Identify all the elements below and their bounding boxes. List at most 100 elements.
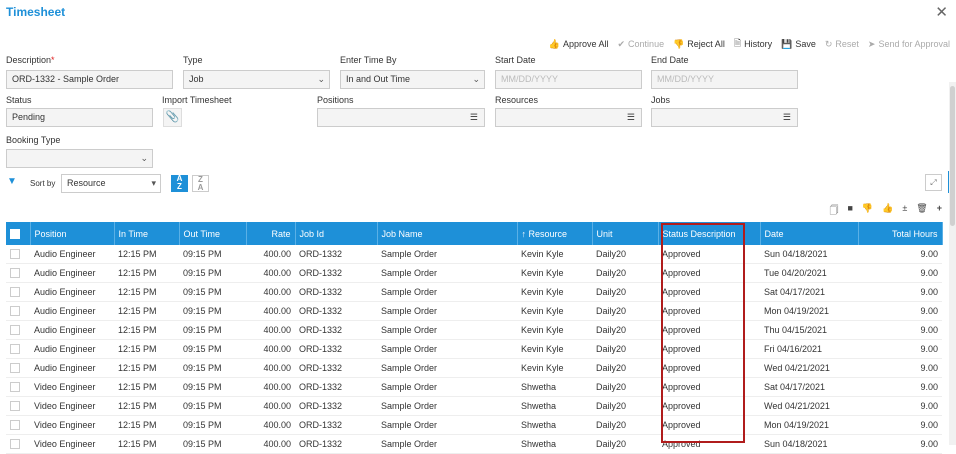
list-icon[interactable]: ☰: [783, 109, 791, 126]
thumbs-down-icon[interactable]: 👎: [862, 203, 873, 219]
col-job-id[interactable]: Job Id: [295, 222, 378, 245]
sort-descending-icon[interactable]: ZA: [192, 175, 209, 192]
cell-total-hours: 9.00: [858, 358, 942, 378]
cell-job-name: Sample Order: [377, 263, 517, 283]
thumbs-up-icon[interactable]: 👍: [882, 203, 893, 219]
comment-icon[interactable]: ■: [847, 203, 852, 219]
cell-job-name: Sample Order: [377, 434, 517, 454]
cell-status-description: Approved: [658, 301, 760, 321]
table-row[interactable]: Audio Engineer 12:15 PM 09:15 PM 400.00 ORD-…: [6, 282, 942, 302]
table-row[interactable]: Video Engineer 12:15 PM 09:15 PM 400.00 ORD-…: [6, 415, 942, 435]
col-status-description[interactable]: Status Description: [658, 222, 761, 245]
select-all-checkbox[interactable]: [6, 222, 31, 245]
cell-total-hours: 9.00: [858, 434, 942, 454]
cell-resource: Shwetha: [517, 396, 592, 416]
toolbar: 👍 Approve All ✔ Continue 👎 Reject All 🗎 Hist…: [549, 36, 950, 52]
table-row[interactable]: Video Engineer 12:15 PM 09:15 PM 400.00 ORD-…: [6, 434, 942, 454]
table-row[interactable]: Audio Engineer 12:15 PM 09:15 PM 400.00 ORD-…: [6, 320, 942, 340]
row-checkbox[interactable]: [6, 434, 30, 454]
send-for-approval-button[interactable]: ➤ Send for Approval: [868, 36, 950, 52]
row-checkbox[interactable]: [6, 263, 30, 283]
table-row[interactable]: Video Engineer 12:15 PM 09:15 PM 400.00 ORD-…: [6, 396, 942, 416]
scrollbar-thumb[interactable]: [950, 86, 955, 226]
enter-time-by-select[interactable]: In and Out Time ⌄: [340, 70, 485, 89]
table-row[interactable]: Audio Engineer 12:15 PM 09:15 PM 400.00 ORD-…: [6, 339, 942, 359]
paperclip-icon[interactable]: 📎: [163, 108, 182, 127]
dialog-title: Timesheet: [6, 5, 66, 19]
table-row[interactable]: Audio Engineer 12:15 PM 09:15 PM 400.00 ORD-…: [6, 245, 942, 264]
cell-position: Video Engineer: [30, 396, 114, 416]
cell-rate: 400.00: [246, 339, 295, 359]
end-date-field[interactable]: MM/DD/YYYY: [651, 70, 798, 89]
cell-resource: Kevin Kyle: [517, 245, 592, 264]
col-unit[interactable]: Unit: [592, 222, 659, 245]
cell-job-name: Sample Order: [377, 415, 517, 435]
booking-type-select[interactable]: ⌄: [6, 149, 153, 168]
cell-out-time: 09:15 PM: [179, 245, 246, 264]
add-icon[interactable]: +: [937, 203, 942, 219]
col-position[interactable]: Position: [30, 222, 115, 245]
cell-rate: 400.00: [246, 320, 295, 340]
cell-position: Audio Engineer: [30, 282, 114, 302]
reset-button[interactable]: ↻ Reset: [825, 36, 859, 52]
table-row[interactable]: Audio Engineer 12:15 PM 09:15 PM 400.00 ORD-…: [6, 358, 942, 378]
positions-field[interactable]: ☰: [317, 108, 485, 127]
sort-ascending-icon[interactable]: AZ: [171, 175, 188, 192]
cell-unit: Daily20: [592, 358, 658, 378]
cell-rate: 400.00: [246, 377, 295, 397]
jobs-field[interactable]: ☰: [651, 108, 798, 127]
col-rate[interactable]: Rate: [246, 222, 296, 245]
resources-field[interactable]: ☰: [495, 108, 642, 127]
list-icon[interactable]: ☰: [470, 109, 478, 126]
sort-by-select[interactable]: Resource ▾: [61, 174, 161, 193]
table-row[interactable]: Video Engineer 12:15 PM 09:15 PM 400.00 ORD-…: [6, 377, 942, 397]
row-checkbox[interactable]: [6, 415, 30, 435]
expand-icon[interactable]: ⤢: [925, 174, 942, 191]
cell-total-hours: 9.00: [858, 320, 942, 340]
delete-icon[interactable]: 🗑: [916, 203, 927, 219]
col-in-time[interactable]: In Time: [114, 222, 180, 245]
continue-button[interactable]: ✔ Continue: [618, 36, 665, 52]
booking-type-label: Booking Type: [6, 135, 61, 145]
cell-status-description: Approved: [658, 377, 760, 397]
filter-icon[interactable]: ▼: [7, 176, 17, 187]
col-resource[interactable]: ↑ Resource: [517, 222, 593, 245]
row-checkbox[interactable]: [6, 377, 30, 397]
cell-rate: 400.00: [246, 263, 295, 283]
row-checkbox[interactable]: [6, 282, 30, 302]
start-date-field[interactable]: MM/DD/YYYY: [495, 70, 642, 89]
cell-job-id: ORD-1332: [295, 377, 377, 397]
cell-job-name: Sample Order: [377, 245, 517, 264]
approve-all-button[interactable]: 👍 Approve All: [549, 36, 609, 52]
save-button[interactable]: 💾 Save: [781, 36, 816, 52]
cell-job-name: Sample Order: [377, 282, 517, 302]
type-select[interactable]: Job ⌄: [183, 70, 330, 89]
col-total-hours[interactable]: Total Hours: [858, 222, 943, 245]
col-date[interactable]: Date: [760, 222, 859, 245]
cell-date: Tue 04/20/2021: [760, 263, 858, 283]
reject-all-button[interactable]: 👎 Reject All: [673, 36, 725, 52]
history-button[interactable]: 🗎 History: [734, 36, 772, 52]
row-checkbox[interactable]: [6, 358, 30, 378]
row-checkbox[interactable]: [6, 396, 30, 416]
save-icon: 💾: [781, 38, 793, 49]
list-icon[interactable]: ☰: [627, 109, 635, 126]
type-label: Type: [183, 55, 203, 65]
row-checkbox[interactable]: [6, 320, 30, 340]
col-job-name[interactable]: Job Name: [377, 222, 518, 245]
cell-resource: Kevin Kyle: [517, 301, 592, 321]
row-checkbox[interactable]: [6, 245, 30, 264]
description-field[interactable]: ORD-1332 - Sample Order: [6, 70, 173, 89]
table-row[interactable]: Audio Engineer 12:15 PM 09:15 PM 400.00 ORD-…: [6, 263, 942, 283]
copy-icon[interactable]: 🗍: [829, 203, 838, 219]
row-checkbox[interactable]: [6, 339, 30, 359]
cell-resource: Shwetha: [517, 377, 592, 397]
cell-unit: Daily20: [592, 377, 658, 397]
row-checkbox[interactable]: [6, 301, 30, 321]
close-icon[interactable]: ✕: [935, 3, 948, 21]
plus-minus-icon[interactable]: ±: [902, 203, 907, 219]
col-out-time[interactable]: Out Time: [179, 222, 247, 245]
cell-job-name: Sample Order: [377, 358, 517, 378]
cell-in-time: 12:15 PM: [114, 377, 179, 397]
table-row[interactable]: Audio Engineer 12:15 PM 09:15 PM 400.00 ORD-…: [6, 301, 942, 321]
